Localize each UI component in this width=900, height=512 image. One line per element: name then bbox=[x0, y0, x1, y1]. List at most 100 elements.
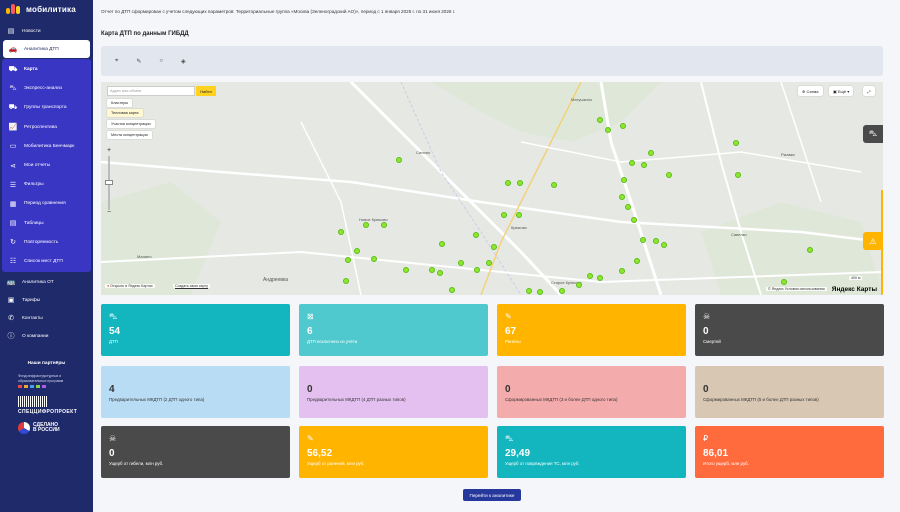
create-map-link[interactable]: Создать свою карту bbox=[173, 284, 211, 288]
accident-marker[interactable] bbox=[449, 287, 455, 293]
accident-marker[interactable] bbox=[551, 182, 557, 188]
nav-accident-analytics[interactable]: 🚗 Аналитика ДТП bbox=[3, 40, 90, 58]
layer-heatmap-button[interactable]: Тепловая карта bbox=[107, 109, 143, 117]
map-side-warning-badge[interactable]: ⚠ bbox=[863, 232, 883, 250]
circle-tool-icon[interactable]: ○ bbox=[159, 58, 163, 64]
accident-marker[interactable] bbox=[605, 127, 611, 133]
accident-marker[interactable] bbox=[641, 162, 647, 168]
partner-made-in-russia[interactable]: СДЕЛАНО В РОССИИ bbox=[18, 422, 75, 435]
point-tool-icon[interactable]: ⌖ bbox=[115, 58, 118, 65]
accident-marker[interactable] bbox=[491, 244, 497, 250]
sub-repeatability[interactable]: ↻ Повторяемость bbox=[2, 233, 91, 252]
accident-marker[interactable] bbox=[526, 288, 532, 294]
accident-marker[interactable] bbox=[343, 278, 349, 284]
accident-marker[interactable] bbox=[781, 279, 787, 285]
map-more-button[interactable]: ▣ Ещё ▾ bbox=[829, 86, 854, 96]
nav-pt-analytics[interactable]: 🚌 Аналитика ОТ bbox=[0, 273, 93, 291]
sub-compare-period[interactable]: ▦ Период сравнения bbox=[2, 194, 91, 213]
map-search-input[interactable]: Адрес или объект bbox=[107, 86, 195, 96]
map-side-car-badge[interactable]: ⛍ bbox=[863, 125, 883, 143]
accident-marker[interactable] bbox=[625, 204, 631, 210]
accident-marker[interactable] bbox=[648, 150, 654, 156]
sub-retro[interactable]: 📈 Ретроспектива bbox=[2, 118, 91, 137]
line-tool-icon[interactable]: ✎ bbox=[136, 58, 141, 65]
accident-marker[interactable] bbox=[501, 212, 507, 218]
accident-marker[interactable] bbox=[619, 194, 625, 200]
accident-marker[interactable] bbox=[597, 275, 603, 281]
accident-marker[interactable] bbox=[474, 267, 480, 273]
polygon-tool-icon[interactable]: ◈ bbox=[181, 58, 186, 65]
accident-map[interactable]: Адрес или объект Найти Кластеры Тепловая… bbox=[101, 82, 883, 295]
accident-marker[interactable] bbox=[505, 180, 511, 186]
layer-places-button[interactable]: Места концентрации bbox=[107, 131, 152, 139]
accident-marker[interactable] bbox=[458, 260, 464, 266]
accident-marker[interactable] bbox=[640, 237, 646, 243]
accident-marker[interactable] bbox=[437, 270, 443, 276]
app-logo[interactable]: мобилитика bbox=[0, 0, 93, 18]
accident-marker[interactable] bbox=[429, 267, 435, 273]
yandex-maps-brand[interactable]: Яндекс Карты bbox=[832, 286, 877, 293]
accident-marker[interactable] bbox=[473, 232, 479, 238]
truck-icon: ⛟ bbox=[8, 104, 18, 112]
map-find-button[interactable]: Найти bbox=[196, 86, 216, 96]
sub-my-reports[interactable]: ⋖ Мои отчеты bbox=[2, 156, 91, 175]
card-injured: ✎ 67 Ранены bbox=[497, 304, 686, 356]
accident-marker[interactable] bbox=[486, 260, 492, 266]
accident-marker[interactable] bbox=[620, 123, 626, 129]
accident-marker[interactable] bbox=[403, 267, 409, 273]
accident-marker[interactable] bbox=[621, 177, 627, 183]
zoom-slider-handle[interactable] bbox=[105, 180, 113, 185]
accident-marker[interactable] bbox=[345, 257, 351, 263]
accident-marker[interactable] bbox=[807, 247, 813, 253]
accident-marker[interactable] bbox=[396, 157, 402, 163]
layer-clusters-button[interactable]: Кластеры bbox=[107, 99, 133, 107]
sub-map[interactable]: ⛟ Карта bbox=[2, 60, 91, 79]
accident-marker[interactable] bbox=[439, 241, 445, 247]
sub-my-reports-label: Мои отчеты bbox=[24, 163, 51, 169]
accident-marker[interactable] bbox=[576, 282, 582, 288]
accident-marker[interactable] bbox=[597, 117, 603, 123]
zoom-out-button[interactable]: − bbox=[105, 208, 113, 216]
zoom-in-button[interactable]: + bbox=[105, 146, 113, 154]
accident-marker[interactable] bbox=[735, 172, 741, 178]
card-value: 67 bbox=[505, 326, 517, 337]
accident-marker[interactable] bbox=[371, 256, 377, 262]
nav-accident-analytics-label: Аналитика ДТП bbox=[24, 46, 59, 52]
accident-marker[interactable] bbox=[338, 229, 344, 235]
accident-marker[interactable] bbox=[537, 289, 543, 295]
sub-tables[interactable]: ▤ Таблицы bbox=[2, 214, 91, 233]
sub-express[interactable]: ⛍ Экспресс-анализ bbox=[2, 79, 91, 98]
accident-marker[interactable] bbox=[653, 238, 659, 244]
accident-marker[interactable] bbox=[629, 160, 635, 166]
accident-marker[interactable] bbox=[631, 217, 637, 223]
map-schema-button[interactable]: ⊕ Схема bbox=[798, 86, 823, 96]
accident-marker[interactable] bbox=[381, 222, 387, 228]
accident-marker[interactable] bbox=[516, 212, 522, 218]
accident-marker[interactable] bbox=[733, 140, 739, 146]
accident-marker[interactable] bbox=[517, 180, 523, 186]
nav-about[interactable]: ⓘ О компании bbox=[0, 327, 93, 345]
accident-marker[interactable] bbox=[363, 222, 369, 228]
partner-fund[interactable]: Фонд инфраструктурных и образовательных … bbox=[18, 374, 75, 389]
accident-marker[interactable] bbox=[354, 248, 360, 254]
open-in-yandex-link[interactable]: ● Открыть в Яндекс Картах bbox=[105, 284, 155, 288]
accident-marker[interactable] bbox=[666, 172, 672, 178]
sub-accident-places[interactable]: ☷ Список мест ДТП bbox=[2, 252, 91, 271]
accident-marker[interactable] bbox=[661, 242, 667, 248]
accident-marker[interactable] bbox=[634, 258, 640, 264]
sub-benchmark[interactable]: ▭ Мобилитика Бенчмарк bbox=[2, 137, 91, 156]
go-to-analytics-button[interactable]: Перейти к аналитике bbox=[463, 489, 521, 501]
fullscreen-button[interactable]: ⤢ bbox=[863, 86, 875, 96]
accident-marker[interactable] bbox=[587, 273, 593, 279]
accident-marker[interactable] bbox=[619, 268, 625, 274]
map-place-label: Крюково bbox=[511, 225, 527, 230]
nav-news[interactable]: ▤ Новости bbox=[0, 22, 93, 40]
nav-contacts[interactable]: ✆ Контакты bbox=[0, 309, 93, 327]
sub-transport-groups[interactable]: ⛟ Группы транспорта bbox=[2, 98, 91, 117]
layer-segments-button[interactable]: Участки концентрации bbox=[107, 120, 155, 128]
partner-spec[interactable]: СПЕЦЦИФРОПРОЕКТ bbox=[18, 396, 77, 415]
map-terms-link[interactable]: © Яндекс Условия использования bbox=[766, 287, 827, 291]
accident-marker[interactable] bbox=[559, 288, 565, 294]
sub-filters[interactable]: ☰ Фильтры bbox=[2, 175, 91, 194]
nav-tariffs[interactable]: ▣ Тарифы bbox=[0, 291, 93, 309]
